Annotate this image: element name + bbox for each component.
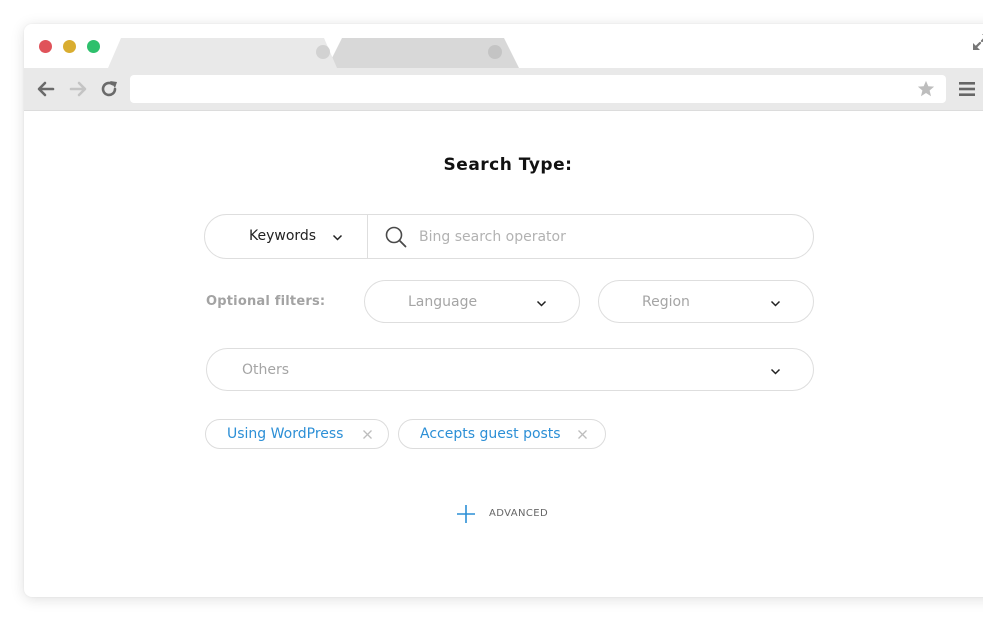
tab-close-icon[interactable] — [316, 45, 330, 59]
filter-tag: Accepts guest posts — [398, 419, 606, 449]
browser-tab-active[interactable] — [108, 38, 337, 68]
plus-icon — [457, 505, 475, 523]
region-label: Region — [642, 294, 690, 310]
chevron-down-icon — [770, 300, 781, 307]
page-title: Search Type: — [443, 155, 573, 175]
chevron-down-icon — [332, 234, 343, 241]
hamburger-menu-icon[interactable] — [959, 81, 975, 97]
search-input[interactable] — [417, 221, 801, 253]
close-icon[interactable] — [577, 429, 588, 440]
others-dropdown[interactable]: Others — [206, 348, 814, 391]
search-type-label: Keywords — [249, 228, 317, 244]
search-type-dropdown[interactable]: Keywords — [205, 215, 368, 258]
language-label: Language — [408, 294, 478, 310]
search-bar: Keywords — [204, 214, 814, 259]
reload-icon[interactable] — [99, 79, 119, 99]
title-bar — [24, 24, 983, 68]
optional-filters-label: Optional filters: — [206, 294, 326, 309]
chevron-down-icon — [770, 368, 781, 375]
others-label: Others — [242, 362, 290, 378]
close-icon[interactable] — [362, 429, 373, 440]
filter-tag-label: Accepts guest posts — [420, 426, 561, 442]
arrow-right-icon[interactable] — [68, 79, 88, 99]
browser-window: Search Type: Keywords Optional filters: … — [24, 24, 983, 597]
arrow-left-icon[interactable] — [36, 79, 56, 99]
page-content: Search Type: Keywords Optional filters: … — [24, 111, 983, 597]
search-icon — [385, 226, 407, 248]
address-bar[interactable] — [130, 75, 946, 103]
filter-tag-label: Using WordPress — [227, 426, 344, 442]
advanced-label: ADVANCED — [489, 508, 549, 519]
filter-tag: Using WordPress — [205, 419, 389, 449]
advanced-toggle[interactable]: ADVANCED — [456, 502, 556, 526]
region-dropdown[interactable]: Region — [598, 280, 814, 323]
expand-arrows-icon[interactable] — [971, 32, 983, 52]
language-dropdown[interactable]: Language — [364, 280, 580, 323]
tab-close-icon[interactable] — [488, 45, 502, 59]
chevron-down-icon — [536, 300, 547, 307]
browser-toolbar — [24, 68, 983, 111]
star-icon[interactable] — [917, 80, 935, 98]
browser-tabs — [108, 38, 519, 68]
